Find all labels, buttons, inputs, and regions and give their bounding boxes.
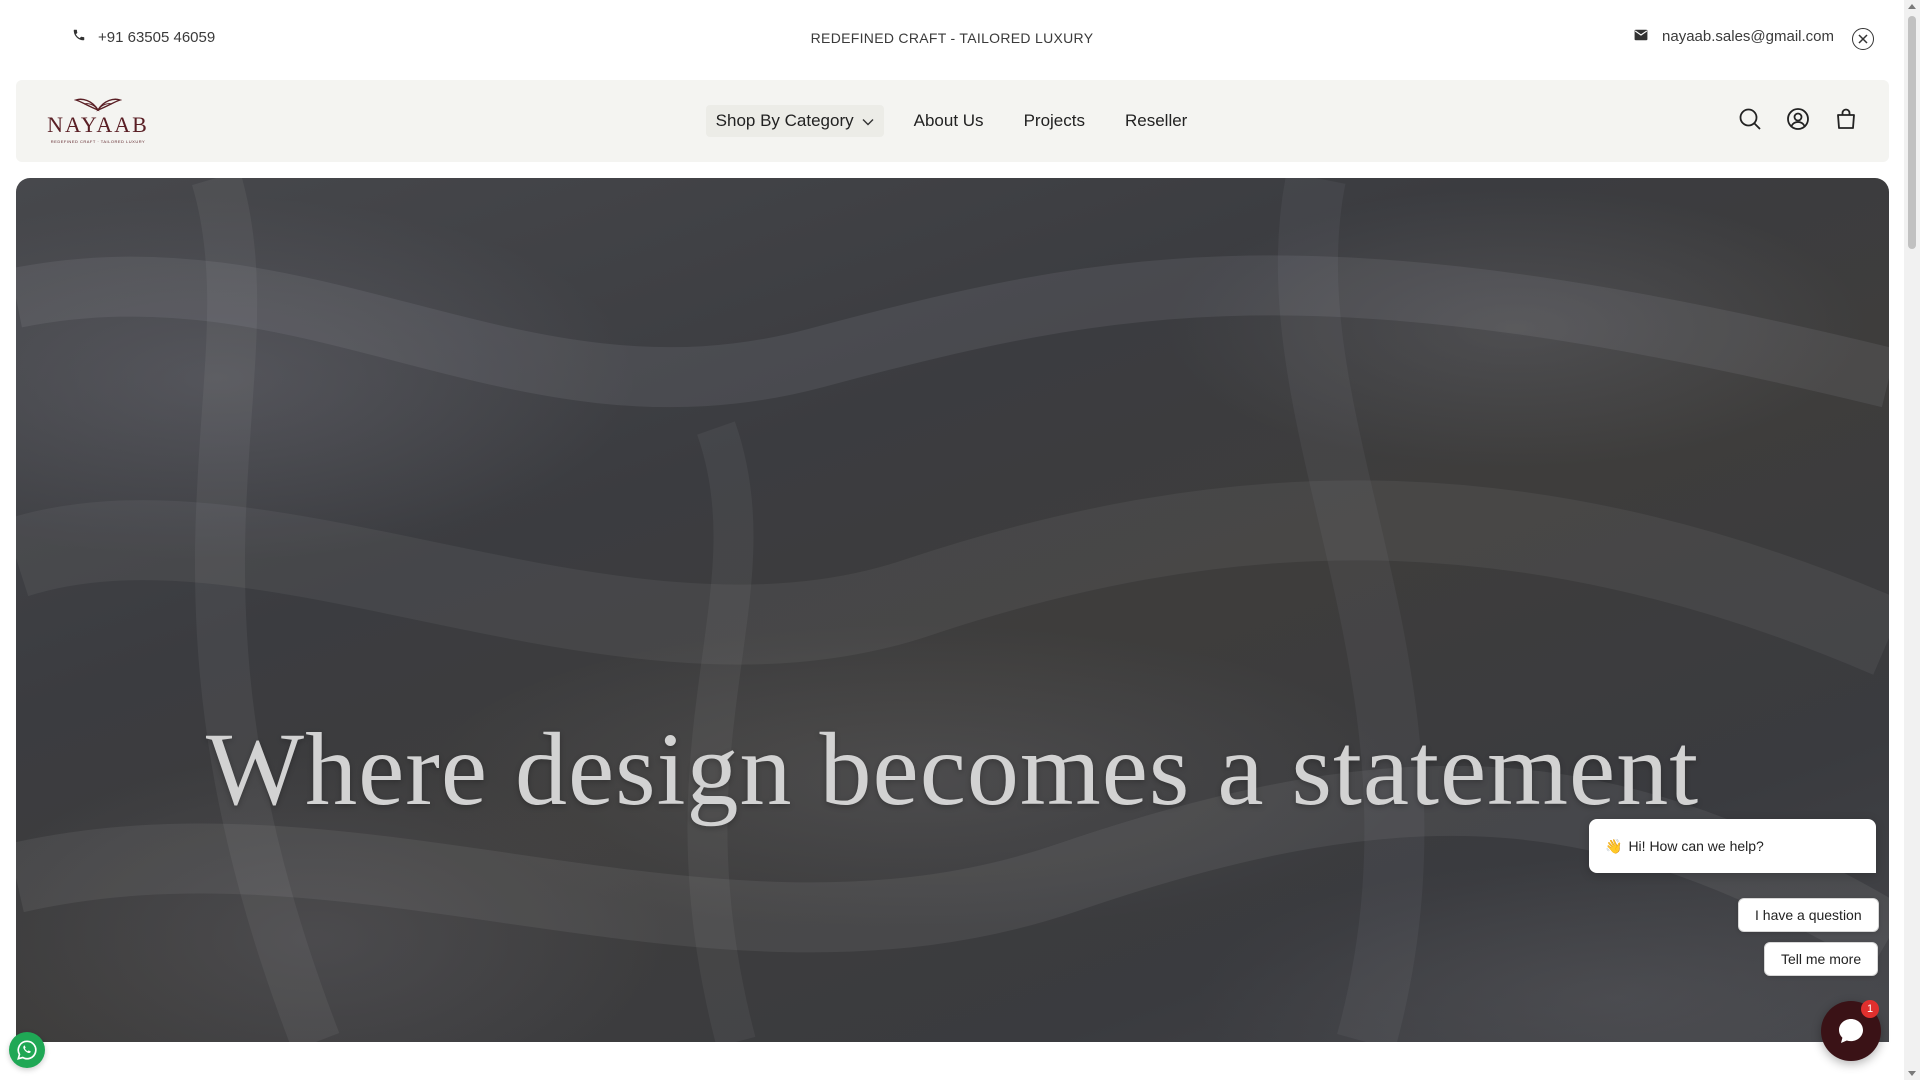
cart-icon[interactable] [1833, 106, 1859, 132]
waving-hand-icon: 👋 [1605, 837, 1623, 854]
chat-option-tell-more[interactable]: Tell me more [1764, 942, 1879, 976]
scroll-up-arrow-icon[interactable] [1908, 4, 1916, 9]
nav-about-us[interactable]: About Us [904, 105, 994, 137]
search-icon[interactable] [1737, 106, 1763, 132]
page-scrollbar[interactable] [1904, 0, 1920, 1080]
whatsapp-icon[interactable] [9, 1032, 45, 1068]
chevron-down-icon [862, 111, 874, 131]
silk-fabric-background [16, 178, 1889, 1042]
chat-option-question[interactable]: I have a question [1738, 898, 1879, 932]
email-address: nayaab.sales@gmail.com [1662, 28, 1834, 45]
chat-notification-badge: 1 [1861, 1000, 1879, 1018]
account-icon[interactable] [1785, 106, 1811, 132]
site-header: NAYAAB REDEFINED CRAFT · TAILORED LUXURY… [16, 80, 1889, 162]
nav-label: About Us [913, 111, 984, 130]
nav-reseller[interactable]: Reseller [1115, 105, 1197, 137]
nav-label: Reseller [1124, 111, 1188, 130]
chat-bubble-icon [1839, 1019, 1863, 1043]
chat-greeting-text: Hi! How can we help? [1628, 838, 1764, 854]
hero-title: Where design becomes a statement [205, 712, 1700, 827]
scroll-down-arrow-icon[interactable] [1908, 1071, 1916, 1076]
nav-label: Shop By Category [715, 111, 854, 130]
close-circle-icon[interactable] [1852, 28, 1874, 50]
announcement-bar: +91 63505 46059 REDEFINED CRAFT - TAILOR… [0, 0, 1904, 78]
nav-shop-by-category[interactable]: Shop By Category [705, 105, 884, 137]
scrollbar-thumb[interactable] [1908, 16, 1916, 249]
announcement-tagline: REDEFINED CRAFT - TAILORED LUXURY [810, 30, 1094, 46]
email-contact[interactable]: nayaab.sales@gmail.com [1634, 28, 1834, 45]
mail-icon [1634, 28, 1648, 45]
header-actions [1737, 106, 1859, 132]
main-nav: Shop By Category About Us Projects Resel… [16, 80, 1889, 162]
hero-banner: Where design becomes a statement [16, 178, 1889, 1042]
nav-projects[interactable]: Projects [1014, 105, 1095, 137]
nav-label: Projects [1023, 111, 1085, 130]
chat-greeting-bubble: 👋 Hi! How can we help? [1589, 819, 1876, 873]
